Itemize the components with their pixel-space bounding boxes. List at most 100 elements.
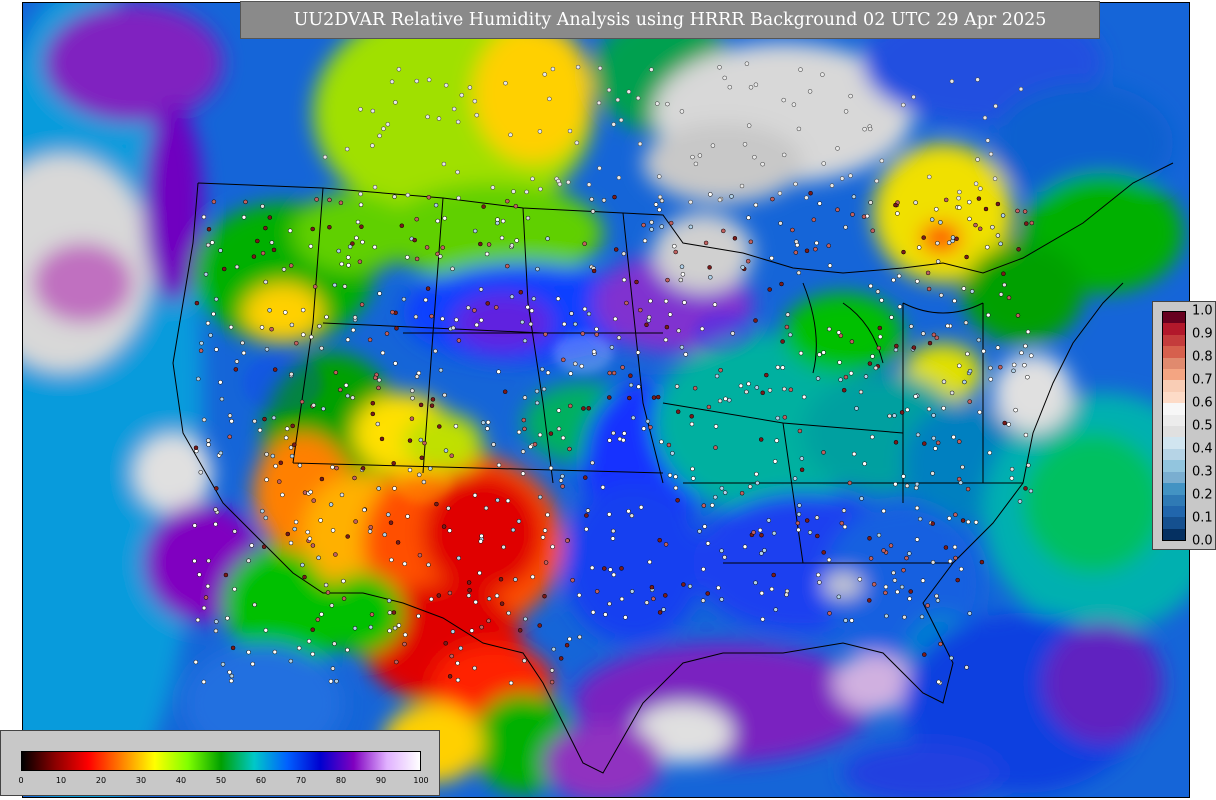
observation-marker	[644, 600, 650, 605]
observation-marker	[537, 494, 543, 500]
increment-tick-label: 0.0	[1192, 533, 1213, 549]
observation-marker	[858, 389, 864, 395]
observation-marker	[664, 324, 670, 330]
observation-marker	[443, 83, 449, 88]
observation-marker	[352, 475, 357, 481]
observation-marker	[835, 207, 840, 212]
observation-marker	[218, 380, 223, 385]
observation-marker	[538, 186, 543, 192]
increment-color-cell	[1163, 483, 1185, 495]
observation-marker	[417, 552, 423, 558]
observation-marker	[769, 255, 774, 261]
observation-marker	[1002, 282, 1007, 288]
observation-marker	[797, 428, 803, 434]
observation-marker	[616, 175, 622, 180]
observation-marker	[892, 578, 898, 583]
observation-marker	[381, 126, 386, 131]
observation-marker	[764, 372, 769, 378]
observation-marker	[938, 220, 943, 225]
map-title: UU2DVAR Relative Humidity Analysis using…	[240, 1, 1100, 39]
increment-tick-label: 0.5	[1192, 418, 1213, 434]
observation-marker	[472, 665, 477, 671]
observation-marker	[555, 296, 561, 301]
observation-marker	[767, 388, 773, 393]
observation-marker	[573, 361, 578, 367]
observation-marker	[1016, 247, 1021, 252]
observation-marker	[551, 646, 556, 652]
observation-marker	[558, 478, 564, 483]
observation-marker	[359, 302, 365, 307]
observation-marker	[590, 610, 596, 615]
observation-marker	[521, 417, 527, 423]
observation-marker	[436, 116, 442, 121]
observation-marker	[854, 406, 859, 411]
observation-marker	[868, 556, 874, 561]
observation-marker	[843, 109, 849, 114]
observation-marker	[708, 275, 713, 280]
observation-marker	[771, 531, 777, 536]
observation-marker	[967, 399, 972, 404]
observation-marker	[351, 327, 356, 333]
observation-marker	[998, 292, 1004, 297]
observation-marker	[257, 427, 263, 433]
observation-marker	[804, 195, 809, 200]
observation-marker	[719, 597, 724, 602]
observation-marker	[956, 476, 962, 482]
observation-marker	[691, 476, 696, 481]
observation-marker	[901, 474, 906, 479]
observation-marker	[931, 332, 937, 338]
increment-color-cell	[1163, 380, 1185, 392]
observation-marker	[657, 194, 663, 200]
observation-marker	[939, 293, 944, 298]
observation-marker	[558, 656, 564, 661]
observation-marker	[794, 239, 799, 244]
observation-marker	[707, 265, 712, 270]
observation-marker	[679, 109, 685, 114]
observation-marker	[594, 589, 600, 594]
observation-marker	[485, 420, 491, 425]
observation-marker	[307, 536, 313, 541]
observation-marker	[985, 244, 990, 250]
observation-marker	[481, 204, 486, 209]
observation-marker	[624, 300, 629, 306]
observation-marker	[915, 432, 921, 438]
increment-colorbar-legend: 1.0 0.9 0.8 0.7 0.6 0.5 0.4 0.3 0.2 0.1 0.0	[1152, 301, 1216, 550]
observation-marker	[426, 195, 432, 200]
observation-marker	[673, 485, 679, 491]
observation-marker	[697, 153, 703, 158]
observation-marker	[949, 390, 955, 396]
observation-marker	[503, 80, 508, 86]
observation-marker	[214, 486, 219, 491]
observation-marker	[949, 655, 954, 661]
observation-marker	[759, 532, 764, 538]
observation-marker	[328, 679, 334, 684]
observation-marker	[827, 326, 832, 332]
observation-marker	[1006, 422, 1011, 427]
observation-marker	[975, 157, 980, 162]
observation-marker	[523, 616, 528, 622]
observation-marker	[505, 263, 510, 269]
observation-marker	[667, 473, 673, 478]
observation-marker	[693, 161, 699, 167]
observation-marker	[413, 314, 419, 320]
observation-marker	[330, 528, 336, 533]
observation-marker	[206, 442, 211, 447]
observation-marker	[953, 512, 958, 517]
observation-marker	[429, 596, 434, 602]
observation-marker	[296, 645, 302, 651]
observation-marker	[197, 572, 202, 577]
observation-marker	[220, 662, 226, 667]
observation-marker	[345, 647, 350, 653]
observation-marker	[203, 272, 209, 277]
observation-marker	[977, 226, 983, 232]
observation-marker	[305, 529, 310, 535]
observation-marker	[580, 331, 585, 336]
observation-marker	[442, 392, 447, 398]
observation-marker	[922, 652, 927, 657]
observation-marker	[486, 242, 492, 247]
observation-marker	[260, 250, 266, 256]
observation-marker	[219, 396, 225, 402]
observation-marker	[270, 453, 276, 459]
observation-marker	[466, 305, 471, 310]
observation-marker	[679, 345, 685, 350]
